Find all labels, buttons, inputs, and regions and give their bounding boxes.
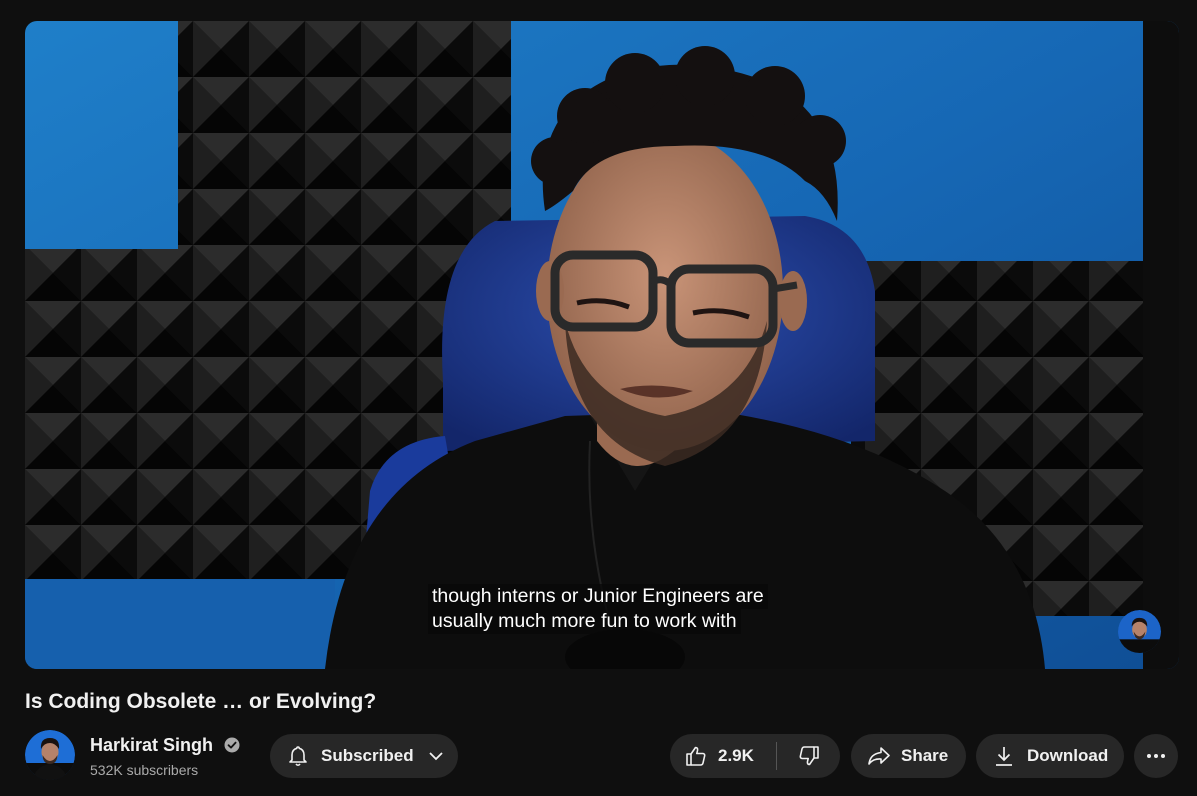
more-actions-button[interactable] [1134, 734, 1178, 778]
channel-name[interactable]: Harkirat Singh [90, 733, 213, 757]
chevron-down-icon [428, 752, 443, 761]
watch-page: though interns or Junior Engineers are u… [0, 0, 1197, 796]
share-button[interactable]: Share [851, 734, 966, 778]
download-icon [996, 747, 1012, 766]
subscribed-button[interactable]: Subscribed [270, 734, 458, 778]
thumbs-up-icon [686, 746, 706, 766]
subscriber-count: 532K subscribers [90, 762, 199, 778]
download-button[interactable]: Download [976, 734, 1124, 778]
channel-avatar[interactable] [25, 730, 75, 780]
verified-check-icon [224, 737, 240, 753]
caption-window: though interns or Junior Engineers are u… [428, 584, 768, 634]
caption-line: though interns or Junior Engineers are [428, 584, 768, 609]
bell-icon [289, 746, 307, 767]
video-title: Is Coding Obsolete … or Evolving? [25, 690, 377, 713]
like-button[interactable]: 2.9K [670, 734, 776, 778]
more-horizontal-icon [1147, 754, 1165, 758]
like-count: 2.9K [718, 746, 754, 765]
download-label: Download [1027, 746, 1109, 765]
like-dislike-group: 2.9K [670, 734, 840, 778]
channel-watermark-icon[interactable] [1118, 610, 1161, 653]
video-frame[interactable] [25, 21, 1179, 669]
dislike-button[interactable] [777, 734, 840, 778]
share-label: Share [901, 746, 949, 765]
thumbs-down-icon [799, 746, 819, 766]
caption-line: usually much more fun to work with [428, 609, 741, 634]
share-icon [868, 747, 890, 765]
video-player[interactable]: though interns or Junior Engineers are u… [25, 21, 1179, 669]
subscribed-label: Subscribed [321, 746, 414, 765]
